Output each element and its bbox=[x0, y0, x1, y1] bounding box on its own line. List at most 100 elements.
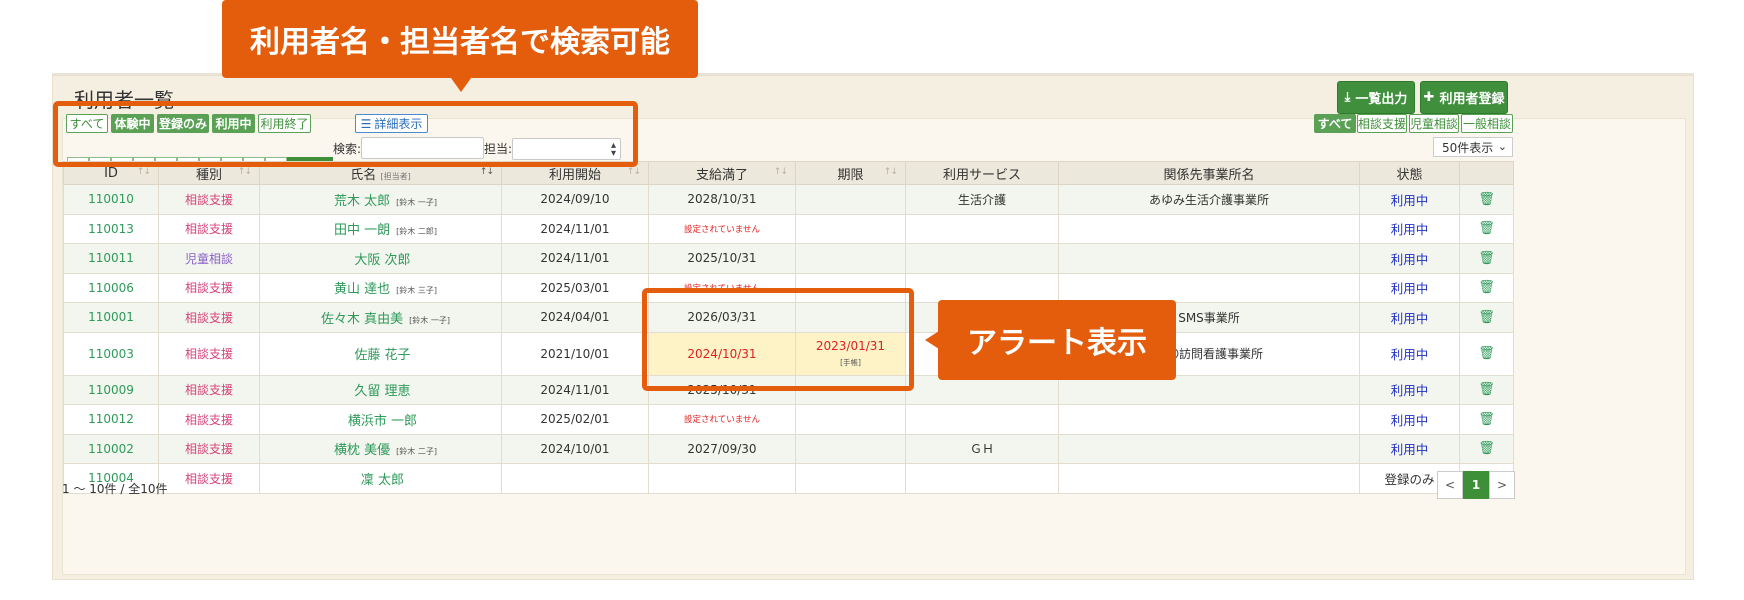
search-callout-pointer bbox=[451, 78, 471, 92]
cell-id[interactable]: 110003 bbox=[63, 331, 159, 376]
cell-type: 相談支援 bbox=[158, 433, 260, 464]
cell-name[interactable]: 佐藤 花子 bbox=[259, 331, 502, 376]
cell-end: 2025/10/31 bbox=[648, 243, 796, 274]
cell-status: 利用中 bbox=[1359, 302, 1460, 333]
cell-id[interactable]: 110010 bbox=[63, 184, 159, 215]
cell-service bbox=[905, 463, 1059, 494]
col-header-status[interactable]: 状態 bbox=[1359, 161, 1460, 185]
category-filter-all[interactable]: すべて bbox=[1314, 114, 1356, 133]
pager-prev-button[interactable]: < bbox=[1437, 471, 1463, 499]
cell-office: あゆみ生活介護事業所 bbox=[1058, 184, 1360, 215]
download-icon: ⤓ bbox=[1344, 90, 1351, 105]
cell-status: 利用中 bbox=[1359, 374, 1460, 405]
trash-icon[interactable]: 🗑 bbox=[1478, 251, 1495, 266]
alert-highlight-frame bbox=[642, 288, 914, 391]
table-row[interactable]: 110002 相談支援 横枕 美優 [鈴木 二子] 2024/10/01 2027… bbox=[63, 433, 1514, 464]
cell-limit bbox=[795, 404, 906, 435]
cell-name[interactable]: 田中 一朗 [鈴木 二郎] bbox=[259, 213, 502, 244]
cell-type: 相談支援 bbox=[158, 404, 260, 435]
trash-icon[interactable]: 🗑 bbox=[1478, 192, 1495, 207]
col-header-limit[interactable]: 期限 ↑↓ bbox=[795, 161, 906, 185]
trash-icon[interactable]: 🗑 bbox=[1478, 441, 1495, 456]
cell-limit bbox=[795, 243, 906, 274]
per-page-select[interactable]: 50件表示 ⌄ bbox=[1433, 137, 1513, 157]
table-row[interactable]: 110004 相談支援 凜 太郎 登録のみ 🗑 bbox=[63, 463, 1514, 494]
col-header-end[interactable]: 支給満了 ↑↓ bbox=[648, 161, 796, 185]
cell-id[interactable]: 110002 bbox=[63, 433, 159, 464]
cell-start: 2024/11/01 bbox=[501, 243, 649, 274]
cell-actions: 🗑 bbox=[1459, 184, 1514, 215]
table-row[interactable]: 110012 相談支援 横浜市 一郎 2025/02/01 設定されていません … bbox=[63, 404, 1514, 435]
cell-id[interactable]: 110013 bbox=[63, 213, 159, 244]
cell-start: 2021/10/01 bbox=[501, 331, 649, 376]
record-count: 1 ～ 10件 / 全10件 bbox=[62, 482, 168, 496]
cell-id[interactable]: 110006 bbox=[63, 272, 159, 303]
cell-id[interactable]: 110011 bbox=[63, 243, 159, 274]
cell-name[interactable]: 荒木 太郎 [鈴木 一子] bbox=[259, 184, 502, 215]
cell-id[interactable]: 110009 bbox=[63, 374, 159, 405]
cell-limit bbox=[795, 184, 906, 215]
cell-end bbox=[648, 463, 796, 494]
alert-callout: アラート表示 bbox=[938, 300, 1176, 380]
cell-start: 2025/02/01 bbox=[501, 404, 649, 435]
trash-icon[interactable]: 🗑 bbox=[1478, 382, 1495, 397]
cell-actions: 🗑 bbox=[1459, 272, 1514, 303]
cell-start: 2024/04/01 bbox=[501, 302, 649, 333]
cell-name[interactable]: 大阪 次郎 bbox=[259, 243, 502, 274]
cell-name[interactable]: 佐々木 真由美 [鈴木 一子] bbox=[259, 302, 502, 333]
category-filter-general[interactable]: 一般相談 bbox=[1461, 114, 1513, 133]
cell-status: 利用中 bbox=[1359, 243, 1460, 274]
cell-status: 利用中 bbox=[1359, 331, 1460, 376]
trash-icon[interactable]: 🗑 bbox=[1478, 310, 1495, 325]
cell-office bbox=[1058, 463, 1360, 494]
pager-next-button[interactable]: > bbox=[1489, 471, 1515, 499]
cell-name[interactable]: 久留 理恵 bbox=[259, 374, 502, 405]
cell-actions: 🗑 bbox=[1459, 213, 1514, 244]
trash-icon[interactable]: 🗑 bbox=[1478, 346, 1495, 361]
table-row[interactable]: 110010 相談支援 荒木 太郎 [鈴木 一子] 2024/09/10 2028… bbox=[63, 184, 1514, 215]
cell-actions: 🗑 bbox=[1459, 331, 1514, 376]
cell-start: 2024/10/01 bbox=[501, 433, 649, 464]
cell-name[interactable]: 横枕 美優 [鈴木 二子] bbox=[259, 433, 502, 464]
user-list-screen: 利用者一覧 ⤓ 一覧出力 ✚ 利用者登録 すべて 体験中 登録のみ 利用中 利用… bbox=[0, 0, 1744, 600]
cell-actions: 🗑 bbox=[1459, 404, 1514, 435]
cell-office bbox=[1058, 404, 1360, 435]
alert-callout-pointer bbox=[925, 331, 939, 349]
cell-type: 児童相談 bbox=[158, 243, 260, 274]
col-header-office[interactable]: 関係先事業所名 bbox=[1058, 161, 1360, 185]
category-filter-consult[interactable]: 相談支援 bbox=[1357, 114, 1407, 133]
register-user-button[interactable]: ✚ 利用者登録 bbox=[1420, 81, 1508, 114]
col-header-service[interactable]: 利用サービス bbox=[905, 161, 1059, 185]
trash-icon[interactable]: 🗑 bbox=[1478, 280, 1495, 295]
cell-service: 生活介護 bbox=[905, 184, 1059, 215]
cell-name[interactable]: 黄山 達也 [鈴木 三子] bbox=[259, 272, 502, 303]
cell-type: 相談支援 bbox=[158, 184, 260, 215]
cell-status: 利用中 bbox=[1359, 272, 1460, 303]
cell-start: 2024/11/01 bbox=[501, 374, 649, 405]
category-filter-child[interactable]: 児童相談 bbox=[1409, 114, 1459, 133]
export-list-button[interactable]: ⤓ 一覧出力 bbox=[1337, 81, 1415, 114]
cell-actions: 🗑 bbox=[1459, 433, 1514, 464]
cell-id[interactable]: 110012 bbox=[63, 404, 159, 435]
cell-id[interactable]: 110001 bbox=[63, 302, 159, 333]
table-row[interactable]: 110011 児童相談 大阪 次郎 2024/11/01 2025/10/31 … bbox=[63, 243, 1514, 274]
col-header-actions bbox=[1459, 161, 1514, 185]
search-callout: 利用者名・担当者名で検索可能 bbox=[222, 0, 698, 78]
cell-actions: 🗑 bbox=[1459, 302, 1514, 333]
table-row[interactable]: 110013 相談支援 田中 一朗 [鈴木 二郎] 2024/11/01 設定され… bbox=[63, 213, 1514, 244]
cell-type: 相談支援 bbox=[158, 302, 260, 333]
cell-type: 相談支援 bbox=[158, 213, 260, 244]
trash-icon[interactable]: 🗑 bbox=[1478, 221, 1495, 236]
cell-service bbox=[905, 243, 1059, 274]
trash-icon[interactable]: 🗑 bbox=[1478, 412, 1495, 427]
pager-page-1[interactable]: 1 bbox=[1463, 471, 1489, 499]
cell-name[interactable]: 横浜市 一郎 bbox=[259, 404, 502, 435]
chevron-down-icon: ⌄ bbox=[1497, 140, 1507, 153]
cell-status: 利用中 bbox=[1359, 404, 1460, 435]
cell-type: 相談支援 bbox=[158, 374, 260, 405]
cell-actions: 🗑 bbox=[1459, 243, 1514, 274]
cell-service: ＧＨ bbox=[905, 433, 1059, 464]
cell-type: 相談支援 bbox=[158, 272, 260, 303]
cell-name[interactable]: 凜 太郎 bbox=[259, 463, 502, 494]
cell-end: 設定されていません bbox=[648, 213, 796, 244]
